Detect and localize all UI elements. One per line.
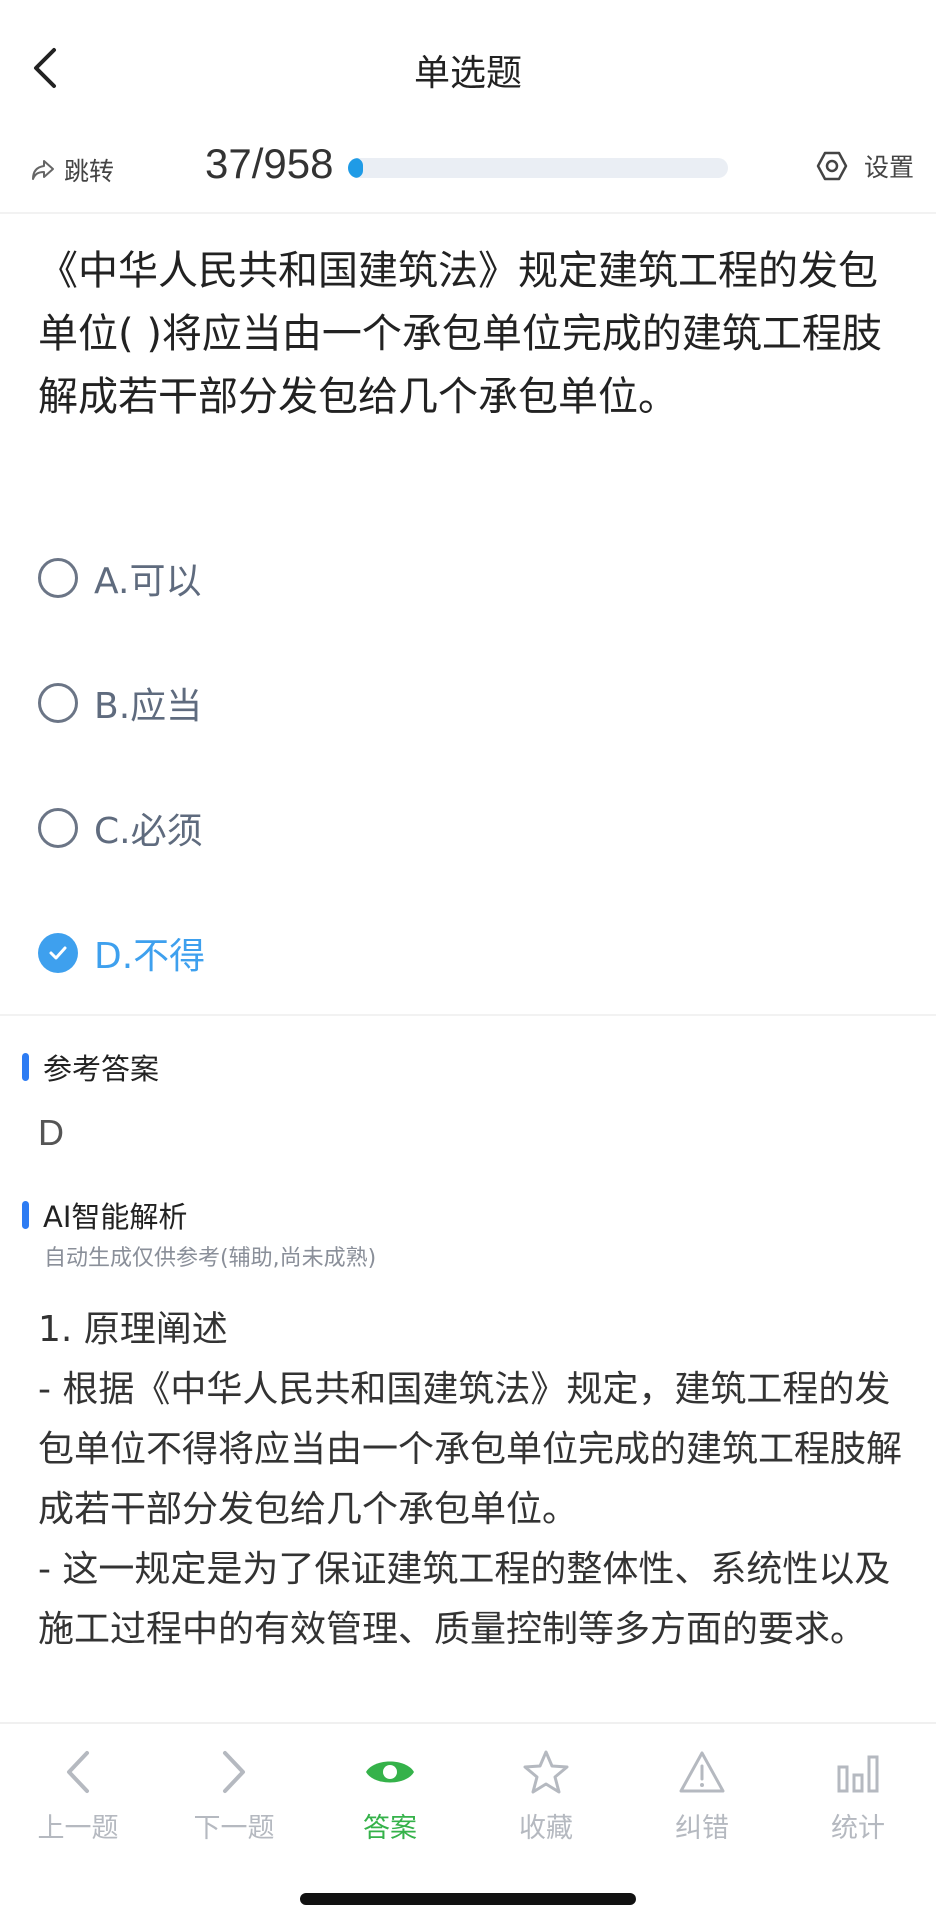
radio-icon bbox=[38, 808, 78, 848]
section-marker bbox=[22, 1201, 29, 1229]
tab-favorite[interactable]: 收藏 bbox=[468, 1744, 624, 1845]
tab-label: 统计 bbox=[831, 1813, 885, 1844]
ai-heading: AI智能解析 bbox=[22, 1194, 187, 1236]
chevron-right-icon bbox=[223, 1751, 245, 1793]
page-title: 单选题 bbox=[413, 53, 522, 94]
question-text: 《中华人民共和国建筑法》规定建筑工程的发包单位( )将应当由一个承包单位完成的建… bbox=[38, 248, 882, 420]
jump-button[interactable]: 跳转 bbox=[30, 152, 114, 188]
ai-analysis: 1. 原理阐述 - 根据《中华人民共和国建筑法》规定，建筑工程的发包单位不得将应… bbox=[38, 1300, 908, 1660]
tab-report-error[interactable]: 纠错 bbox=[624, 1744, 780, 1845]
option-label: D.不得 bbox=[94, 936, 206, 977]
option-b[interactable]: B.应当 bbox=[38, 673, 202, 733]
home-indicator bbox=[300, 1893, 636, 1905]
divider bbox=[0, 1014, 936, 1016]
bar-chart-icon bbox=[837, 1755, 879, 1793]
star-icon bbox=[523, 1750, 569, 1794]
option-c[interactable]: C.必须 bbox=[38, 798, 203, 858]
tab-previous[interactable]: 上一题 bbox=[0, 1744, 156, 1845]
warning-icon bbox=[679, 1751, 725, 1793]
option-label: C.必须 bbox=[94, 811, 203, 852]
settings-hex-icon bbox=[816, 151, 848, 181]
section-marker bbox=[22, 1053, 29, 1081]
tab-answer[interactable]: 答案 bbox=[312, 1744, 468, 1845]
analysis-paragraph: - 根据《中华人民共和国建筑法》规定，建筑工程的发包单位不得将应当由一个承包单位… bbox=[38, 1369, 903, 1530]
option-label: A.可以 bbox=[94, 561, 202, 602]
progress-bar bbox=[348, 158, 728, 178]
option-d[interactable]: D.不得 bbox=[38, 923, 205, 983]
check-circle-icon bbox=[38, 933, 78, 973]
analysis-paragraph: - 这一规定是为了保证建筑工程的整体性、系统性以及施工过程中的有效管理、质量控制… bbox=[38, 1549, 891, 1650]
tab-next[interactable]: 下一题 bbox=[156, 1744, 312, 1845]
option-label: B.应当 bbox=[94, 686, 203, 727]
ai-subtitle: 自动生成仅供参考(辅助,尚未成熟) bbox=[44, 1246, 377, 1271]
tab-label: 收藏 bbox=[519, 1813, 573, 1844]
tab-label: 纠错 bbox=[675, 1813, 729, 1844]
analysis-paragraph: 1. 原理阐述 bbox=[38, 1309, 228, 1350]
share-arrow-icon bbox=[32, 160, 54, 180]
tab-label: 答案 bbox=[363, 1813, 417, 1844]
reference-answer: D bbox=[38, 1112, 64, 1153]
tab-statistics[interactable]: 统计 bbox=[780, 1744, 936, 1845]
tab-label: 上一题 bbox=[37, 1813, 119, 1844]
option-a[interactable]: A.可以 bbox=[38, 548, 201, 608]
nav-bar: 单选题 bbox=[0, 0, 936, 130]
eye-icon bbox=[366, 1761, 414, 1783]
progress-row: 跳转 37/958 设置 bbox=[0, 130, 936, 214]
reference-heading-label: 参考答案 bbox=[43, 1052, 160, 1086]
jump-label: 跳转 bbox=[64, 157, 115, 186]
radio-icon bbox=[38, 683, 78, 723]
question-counter: 37/958 bbox=[205, 140, 334, 187]
settings-label: 设置 bbox=[863, 153, 914, 182]
reference-heading: 参考答案 bbox=[22, 1046, 159, 1088]
progress-bar-fill bbox=[348, 158, 363, 178]
settings-button[interactable]: 设置 bbox=[816, 148, 914, 184]
chevron-left-icon bbox=[67, 1751, 89, 1793]
bottom-tab-bar: 上一题 下一题 答案 收藏 纠错 统计 bbox=[0, 1722, 936, 1920]
radio-icon bbox=[38, 558, 78, 598]
tab-label: 下一题 bbox=[193, 1813, 275, 1844]
ai-heading-label: AI智能解析 bbox=[43, 1200, 188, 1234]
